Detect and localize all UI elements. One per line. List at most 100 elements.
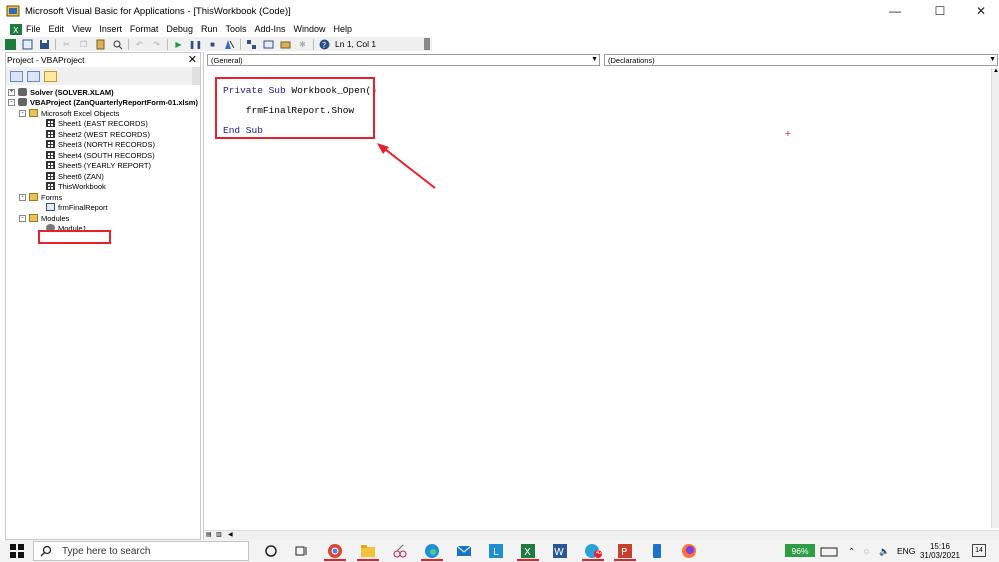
cortana-icon[interactable]: [258, 541, 284, 561]
menu-window[interactable]: Window: [294, 24, 326, 34]
expand-toggle[interactable]: +: [8, 88, 15, 96]
tree-node-solver[interactable]: + Solver (SOLVER.XLAM): [8, 87, 114, 97]
reset-icon[interactable]: ■: [206, 39, 219, 50]
menu-format[interactable]: Format: [130, 24, 159, 34]
cursor-position: Ln 1, Col 1: [335, 39, 377, 49]
copy-icon[interactable]: ❐: [77, 39, 90, 50]
project-explorer-icon[interactable]: [245, 39, 258, 50]
code-vertical-scrollbar[interactable]: ▲: [991, 68, 999, 528]
project-toolbar-scrollbar[interactable]: [192, 67, 200, 85]
scroll-left-icon[interactable]: ◀: [228, 531, 233, 538]
menu-debug[interactable]: Debug: [166, 24, 193, 34]
firefox-icon[interactable]: [676, 541, 702, 561]
object-browser-icon[interactable]: [279, 39, 292, 50]
tree-node-sheet2[interactable]: Sheet2 (WEST RECORDS): [46, 129, 150, 139]
system-clock[interactable]: 15:16 31/03/2021: [916, 542, 964, 560]
object-dropdown[interactable]: (General) ▼: [207, 54, 600, 66]
tree-node-label: Forms: [41, 192, 63, 202]
code-horizontal-scrollbar[interactable]: ▤ ▥ ◀: [204, 530, 999, 540]
break-icon[interactable]: ❚❚: [189, 39, 202, 50]
toolbar-separator: [55, 38, 56, 50]
menu-file[interactable]: File: [26, 24, 41, 34]
volume-icon[interactable]: 🔈: [879, 540, 890, 562]
redo-icon[interactable]: ↷: [150, 39, 163, 50]
help-icon[interactable]: ?: [318, 39, 331, 50]
network-icon[interactable]: ◌: [864, 540, 869, 562]
file-explorer-icon[interactable]: [355, 541, 381, 561]
menu-add-ins[interactable]: Add-Ins: [254, 24, 285, 34]
menu-tools[interactable]: Tools: [225, 24, 246, 34]
cut-icon[interactable]: ✂: [60, 39, 73, 50]
maximize-button[interactable]: ☐: [922, 0, 958, 22]
svg-text:L: L: [493, 547, 499, 558]
show-hidden-icons-icon[interactable]: ⌃: [848, 540, 855, 562]
language-indicator[interactable]: ENG: [897, 540, 915, 562]
powerpoint-icon[interactable]: P: [612, 541, 638, 561]
expand-toggle[interactable]: -: [19, 214, 26, 222]
run-icon[interactable]: ▶: [172, 39, 185, 50]
excel-taskbar-icon[interactable]: X: [515, 541, 541, 561]
phone-link-icon[interactable]: [644, 541, 670, 561]
tree-node-sheet6[interactable]: Sheet6 (ZAN): [46, 171, 104, 181]
chrome-icon[interactable]: [322, 541, 348, 561]
find-icon[interactable]: [111, 39, 124, 50]
menu-bar: X File Edit View Insert Format Debug Run…: [0, 22, 999, 36]
tree-node-thisworkbook[interactable]: ThisWorkbook: [46, 181, 106, 191]
tree-node-sheet5[interactable]: Sheet5 (YEARLY REPORT): [46, 160, 151, 170]
taskbar-search-box[interactable]: Type here to search: [33, 541, 249, 561]
insert-userform-icon[interactable]: [21, 39, 34, 50]
expand-toggle[interactable]: -: [19, 193, 26, 201]
toolbar-separator: [313, 38, 314, 50]
toolbox-icon[interactable]: ✱: [296, 39, 309, 50]
procedure-dropdown[interactable]: (Declarations) ▼: [604, 54, 998, 66]
full-module-view-icon[interactable]: ▥: [216, 531, 222, 538]
minimize-button[interactable]: —: [877, 0, 913, 22]
running-indicator: [517, 559, 539, 561]
dropdown-arrow-icon[interactable]: ▼: [989, 56, 996, 63]
design-mode-icon[interactable]: [223, 39, 236, 50]
menu-insert[interactable]: Insert: [99, 24, 122, 34]
close-button[interactable]: ✕: [963, 0, 999, 22]
mail-icon[interactable]: [451, 541, 477, 561]
telegram-icon[interactable]: 42: [580, 541, 606, 561]
toolbar-grip-handle[interactable]: [424, 38, 430, 50]
edge-icon[interactable]: [419, 541, 445, 561]
action-center-icon[interactable]: 14: [972, 544, 986, 557]
menu-view[interactable]: View: [72, 24, 91, 34]
battery-indicator[interactable]: 96%: [785, 544, 815, 557]
menu-help[interactable]: Help: [334, 24, 353, 34]
view-object-icon[interactable]: [27, 70, 40, 82]
tree-node-modules[interactable]: - Modules: [19, 213, 69, 223]
excel-icon[interactable]: [4, 38, 17, 50]
tree-node-frmfinalreport[interactable]: frmFinalReport: [46, 202, 108, 212]
toggle-folders-icon[interactable]: [44, 70, 57, 82]
undo-icon[interactable]: ↶: [133, 39, 146, 50]
properties-window-icon[interactable]: [262, 39, 275, 50]
task-view-icon[interactable]: [288, 541, 314, 561]
lync-icon[interactable]: L: [483, 541, 509, 561]
snipping-tool-icon[interactable]: [387, 541, 413, 561]
tree-node-sheet4[interactable]: Sheet4 (SOUTH RECORDS): [46, 150, 155, 160]
menu-edit[interactable]: Edit: [49, 24, 65, 34]
tree-node-sheet3[interactable]: Sheet3 (NORTH RECORDS): [46, 139, 155, 149]
menu-run[interactable]: Run: [201, 24, 218, 34]
tree-node-excel-objects[interactable]: - Microsoft Excel Objects: [19, 108, 119, 118]
clock-date: 31/03/2021: [919, 551, 961, 560]
procedure-view-icon[interactable]: ▤: [206, 531, 212, 538]
save-icon[interactable]: [38, 39, 51, 50]
project-close-button[interactable]: ✕: [188, 53, 197, 66]
excel-view-icon[interactable]: X: [10, 23, 22, 35]
folder-icon: [29, 109, 38, 117]
windows-start-icon[interactable]: [9, 543, 25, 559]
expand-toggle[interactable]: -: [19, 109, 26, 117]
people-icon[interactable]: [820, 540, 838, 562]
word-icon[interactable]: W: [547, 541, 573, 561]
tree-node-forms[interactable]: - Forms: [19, 192, 62, 202]
dropdown-arrow-icon[interactable]: ▼: [591, 56, 598, 63]
tree-node-vbaproject[interactable]: - VBAProject (ZanQuarterlyReportForm-01.…: [8, 97, 198, 107]
tree-node-sheet1[interactable]: Sheet1 (EAST RECORDS): [46, 118, 148, 128]
paste-icon[interactable]: [94, 39, 107, 50]
scroll-up-icon[interactable]: ▲: [993, 68, 999, 74]
expand-toggle[interactable]: -: [8, 98, 15, 106]
view-code-icon[interactable]: [10, 70, 23, 82]
